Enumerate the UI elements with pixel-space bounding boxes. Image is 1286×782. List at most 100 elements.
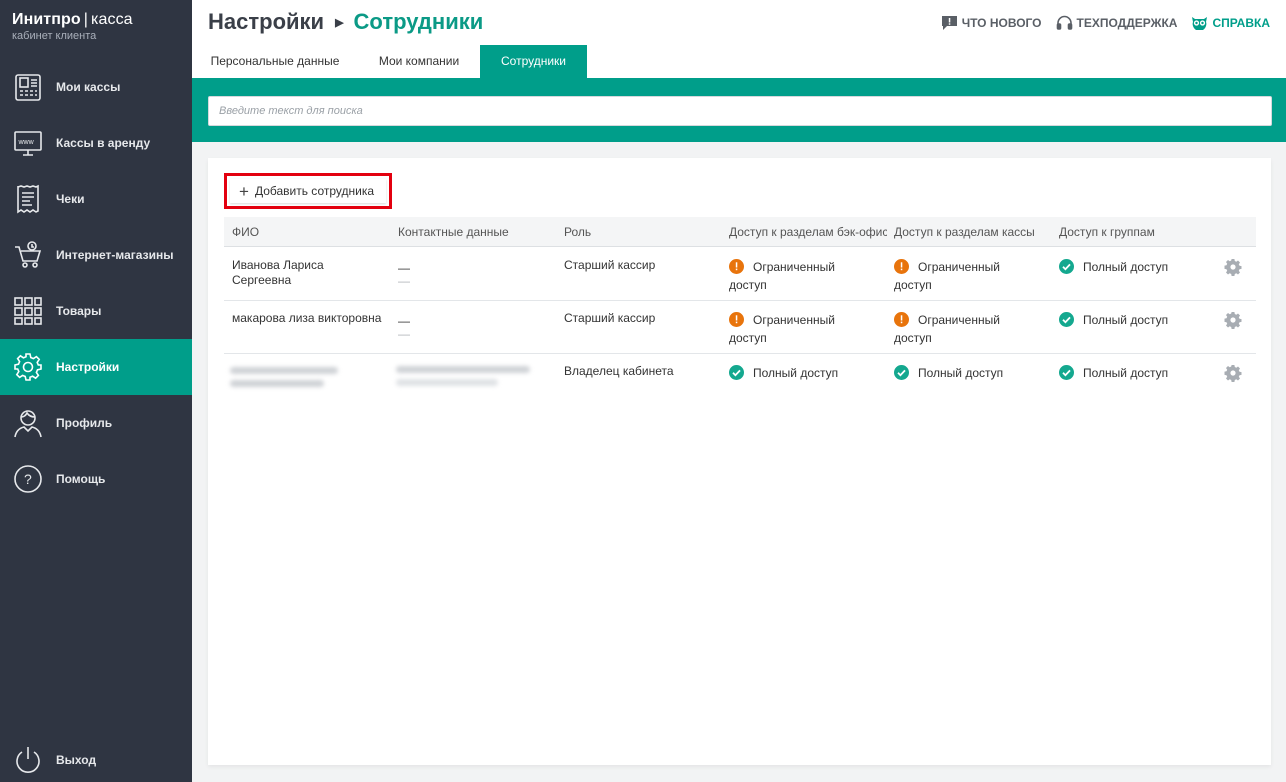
sidebar: Инитпро | касса кабинет клиента Мои кассы …: [0, 0, 192, 782]
add-button-highlight: + Добавить сотрудника: [224, 173, 392, 209]
add-employee-button[interactable]: + Добавить сотрудника: [230, 179, 386, 203]
search-band: [192, 78, 1286, 142]
employee-name: Иванова Лариса Сергеевна: [232, 258, 324, 287]
settings-gear-icon: [12, 351, 44, 383]
sidebar-item-label: Кассы в аренду: [56, 136, 151, 150]
backoffice-access-status: Ограниченный доступ: [729, 312, 835, 345]
column-header-cashbox-access[interactable]: Доступ к разделам кассы: [894, 217, 1054, 247]
rental-www-icon: www: [12, 127, 44, 159]
blurred-name: [230, 380, 324, 387]
row-settings-gear-icon[interactable]: [1224, 258, 1242, 276]
check-icon: [729, 365, 744, 380]
breadcrumb: Настройки ▶ Сотрудники: [208, 9, 483, 35]
employees-panel: + Добавить сотрудника ФИО Контактные дан…: [208, 158, 1271, 765]
contact-phone: —: [398, 261, 410, 275]
sidebar-item-label: Чеки: [56, 192, 85, 206]
support-link[interactable]: ТЕХПОДДЕРЖКА: [1056, 15, 1178, 31]
tab-personal-data[interactable]: Персональные данные: [192, 45, 358, 78]
table-row[interactable]: Иванова Лариса Сергеевна — — Старший кас…: [224, 248, 1256, 301]
row-settings-gear-icon[interactable]: [1224, 311, 1242, 329]
support-label: ТЕХПОДДЕРЖКА: [1076, 16, 1178, 30]
headset-icon: [1056, 15, 1072, 30]
check-icon: [894, 365, 909, 380]
table-row[interactable]: макарова лиза викторовна — — Старший кас…: [224, 301, 1256, 354]
cashbox-access-status: Полный доступ: [894, 364, 1044, 382]
groups-access-status: Полный доступ: [1059, 311, 1209, 329]
sidebar-item-label: Настройки: [56, 360, 120, 374]
column-header-contacts[interactable]: Контактные данные: [398, 217, 558, 247]
warning-icon: [894, 312, 909, 327]
column-header-role[interactable]: Роль: [564, 217, 724, 247]
settings-tabs: Персональные данные Мои компании Сотрудн…: [192, 45, 1286, 78]
check-icon: [1059, 312, 1074, 327]
top-header: Настройки ▶ Сотрудники ЧТО НОВОГО ТЕХПОД…: [192, 0, 1286, 45]
help-question-icon: ?: [12, 463, 44, 495]
search-input[interactable]: [208, 96, 1272, 126]
employee-name: макарова лиза викторовна: [232, 311, 382, 325]
owl-icon: [1192, 17, 1208, 30]
sidebar-item-help[interactable]: ? Помощь: [0, 451, 192, 507]
employee-role: Старший кассир: [564, 258, 656, 272]
cashbox-access-status: Ограниченный доступ: [894, 259, 1000, 292]
tab-employees[interactable]: Сотрудники: [480, 45, 587, 78]
contact-email: —: [398, 327, 410, 341]
column-header-name[interactable]: ФИО: [232, 217, 392, 247]
sidebar-item-products[interactable]: Товары: [0, 283, 192, 339]
products-grid-icon: [12, 295, 44, 327]
employee-role: Владелец кабинета: [564, 364, 674, 378]
groups-access-status: Полный доступ: [1059, 364, 1209, 382]
breadcrumb-root[interactable]: Настройки: [208, 9, 324, 35]
power-icon: [12, 744, 44, 776]
brand-subtitle: кабинет клиента: [12, 30, 97, 42]
groups-access-status: Полный доступ: [1059, 258, 1209, 276]
whats-new-label: ЧТО НОВОГО: [961, 16, 1042, 30]
profile-user-icon: [12, 407, 44, 439]
blurred-contact: [396, 379, 498, 386]
sidebar-item-web-shops[interactable]: Интернет-магазины: [0, 227, 192, 283]
table-header: ФИО Контактные данные Роль Доступ к разд…: [224, 217, 1256, 247]
logout-label: Выход: [56, 753, 97, 767]
contact-phone: —: [398, 314, 410, 328]
backoffice-access-status: Полный доступ: [729, 364, 879, 382]
sidebar-item-receipts[interactable]: Чеки: [0, 171, 192, 227]
sidebar-item-label: Профиль: [56, 416, 113, 430]
blurred-name: [230, 367, 338, 374]
blurred-contact: [396, 366, 530, 373]
tab-my-companies[interactable]: Мои компании: [358, 45, 480, 78]
column-header-groups-access[interactable]: Доступ к группам: [1059, 217, 1219, 247]
row-settings-gear-icon[interactable]: [1224, 364, 1242, 382]
svg-text:?: ?: [24, 471, 32, 487]
help-label: СПРАВКА: [1212, 16, 1270, 30]
help-link[interactable]: СПРАВКА: [1191, 15, 1270, 31]
web-shop-cart-icon: [12, 239, 44, 271]
contact-email: —: [398, 274, 410, 288]
warning-icon: [894, 259, 909, 274]
page-title: Сотрудники: [353, 9, 484, 34]
sidebar-item-profile[interactable]: Профиль: [0, 395, 192, 451]
check-icon: [1059, 259, 1074, 274]
table-row[interactable]: Владелец кабинета Полный доступ Полный д…: [224, 354, 1256, 407]
check-icon: [1059, 365, 1074, 380]
svg-text:www: www: [18, 139, 35, 146]
breadcrumb-arrow-icon: ▶: [335, 16, 344, 29]
sidebar-item-label: Помощь: [56, 472, 106, 486]
brand: Инитпро | касса кабинет клиента: [0, 0, 192, 60]
plus-icon: +: [239, 181, 249, 201]
sidebar-item-my-cashboxes[interactable]: Мои кассы: [0, 59, 192, 115]
warning-icon: [729, 259, 744, 274]
sidebar-item-label: Товары: [56, 304, 102, 318]
brand-logo[interactable]: Инитпро | касса: [12, 11, 180, 29]
cashbox-access-status: Ограниченный доступ: [894, 312, 1000, 345]
cash-register-icon: [12, 71, 44, 103]
sidebar-item-label: Мои кассы: [56, 80, 121, 94]
receipt-icon: [12, 183, 44, 215]
column-header-backoffice-access[interactable]: Доступ к разделам бэк-офиса: [729, 217, 887, 247]
sidebar-item-settings[interactable]: Настройки: [0, 339, 192, 395]
sidebar-item-rental-cashboxes[interactable]: www Кассы в аренду: [0, 115, 192, 171]
announcement-icon: [941, 16, 957, 30]
employee-role: Старший кассир: [564, 311, 656, 325]
backoffice-access-status: Ограниченный доступ: [729, 259, 835, 292]
sidebar-item-label: Интернет-магазины: [56, 248, 174, 262]
whats-new-link[interactable]: ЧТО НОВОГО: [941, 15, 1042, 31]
logout-button[interactable]: Выход: [0, 732, 192, 782]
